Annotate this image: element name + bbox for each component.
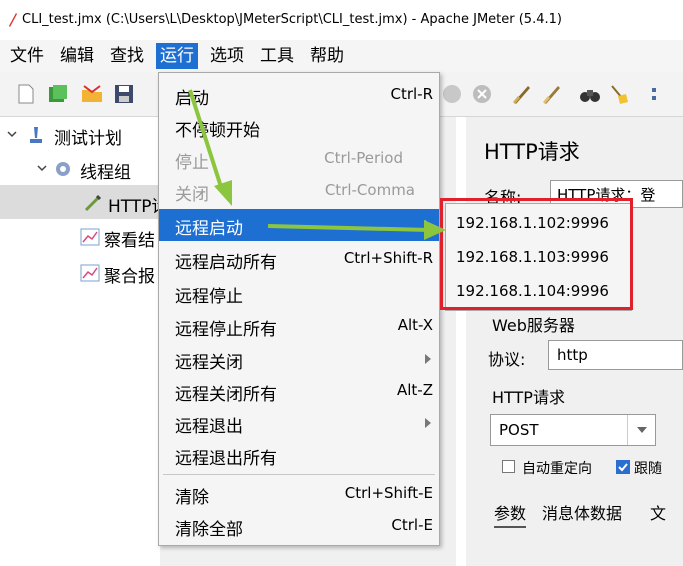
annotation-arrow-right [267,220,446,240]
annotation-arrows [188,89,446,240]
annotation-arrow-down [188,89,232,206]
